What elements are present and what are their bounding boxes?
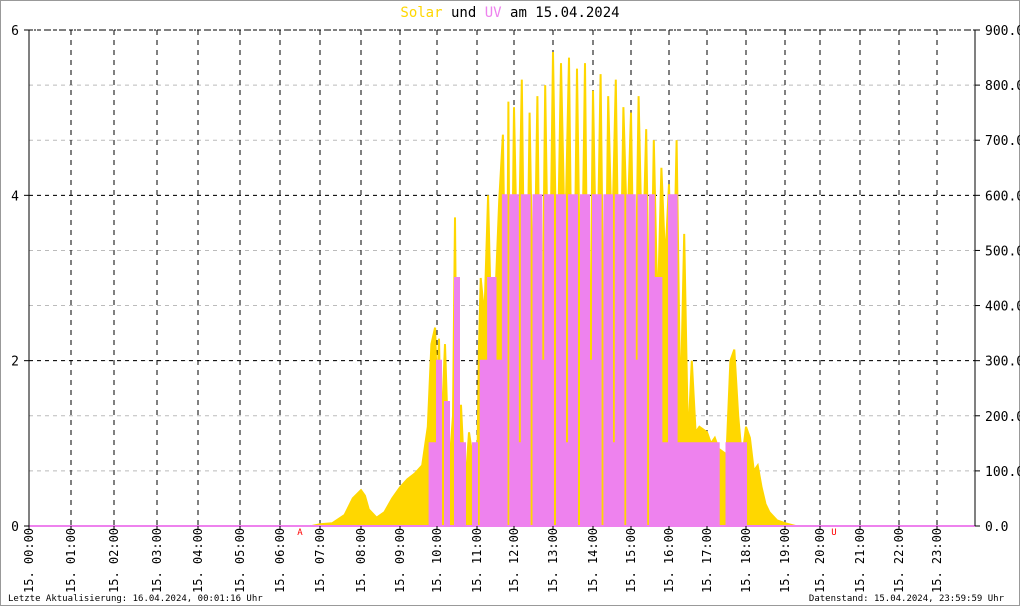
- x-tick-label: 15. 00:00: [22, 528, 36, 593]
- right-tick-label: 800.0: [985, 79, 1020, 94]
- left-tick-label: 0: [11, 520, 19, 535]
- left-tick-label: 2: [11, 355, 19, 370]
- right-tick-label: 500.0: [985, 244, 1020, 259]
- right-tick-label: 0.0: [985, 520, 1008, 535]
- x-tick-label: 15. 14:00: [586, 528, 600, 593]
- x-tick-label: 15. 07:00: [313, 528, 327, 593]
- x-tick-label: 15. 13:00: [546, 528, 560, 593]
- x-tick-label: 15. 19:00: [778, 528, 792, 593]
- x-tick-label: 15. 03:00: [150, 528, 164, 593]
- x-tick-label: 15. 12:00: [507, 528, 521, 593]
- x-tick-label: 15. 08:00: [354, 528, 368, 593]
- x-tick-label: 15. 23:00: [930, 528, 944, 593]
- right-tick-label: 200.0: [985, 410, 1020, 425]
- x-tick-label: 15. 17:00: [700, 528, 714, 593]
- x-tick-label: 15. 16:00: [662, 528, 676, 593]
- chart-svg: 0.0 100.0 200.0 300.0 400.0 500.0 600.0 700.0 80…: [11, 24, 1020, 593]
- right-tick-label: 400.0: [985, 300, 1020, 315]
- x-tick-label: 15. 10:00: [430, 528, 444, 593]
- x-tick-label: 15. 02:00: [107, 528, 121, 593]
- left-tick-label: 6: [11, 24, 19, 39]
- data-state-text: Datenstand: 15.04.2024, 23:59:59 Uhr: [808, 594, 1004, 604]
- x-tick-label: 15. 06:00: [273, 528, 287, 593]
- right-tick-label: 900.0: [985, 24, 1020, 39]
- left-tick-label: 4: [11, 189, 19, 204]
- right-tick-label: 700.0: [985, 134, 1020, 149]
- x-tick-label: 15. 09:00: [393, 528, 407, 593]
- x-tick-label: 15. 22:00: [892, 528, 906, 593]
- x-tick-label: 15. 20:00: [813, 528, 827, 593]
- right-tick-label: 300.0: [985, 355, 1020, 370]
- x-tick-label: 15. 18:00: [739, 528, 753, 593]
- x-tick-label: 15. 01:00: [64, 528, 78, 593]
- right-tick-label: 600.0: [985, 189, 1020, 204]
- sunrise-marker: A: [297, 528, 303, 538]
- x-tick-label: 15. 05:00: [233, 528, 247, 593]
- uv-series: [29, 194, 975, 527]
- last-update-text: Letzte Aktualisierung: 16.04.2024, 00:01…: [8, 594, 263, 604]
- series-layer: [29, 51, 975, 527]
- right-tick-label: 100.0: [985, 465, 1020, 480]
- sunset-marker: U: [831, 528, 836, 538]
- x-tick-label: 15. 11:00: [470, 528, 484, 593]
- x-tick-label: 15. 04:00: [191, 528, 205, 593]
- x-tick-label: 15. 21:00: [853, 528, 867, 593]
- x-tick-label: 15. 15:00: [624, 528, 638, 593]
